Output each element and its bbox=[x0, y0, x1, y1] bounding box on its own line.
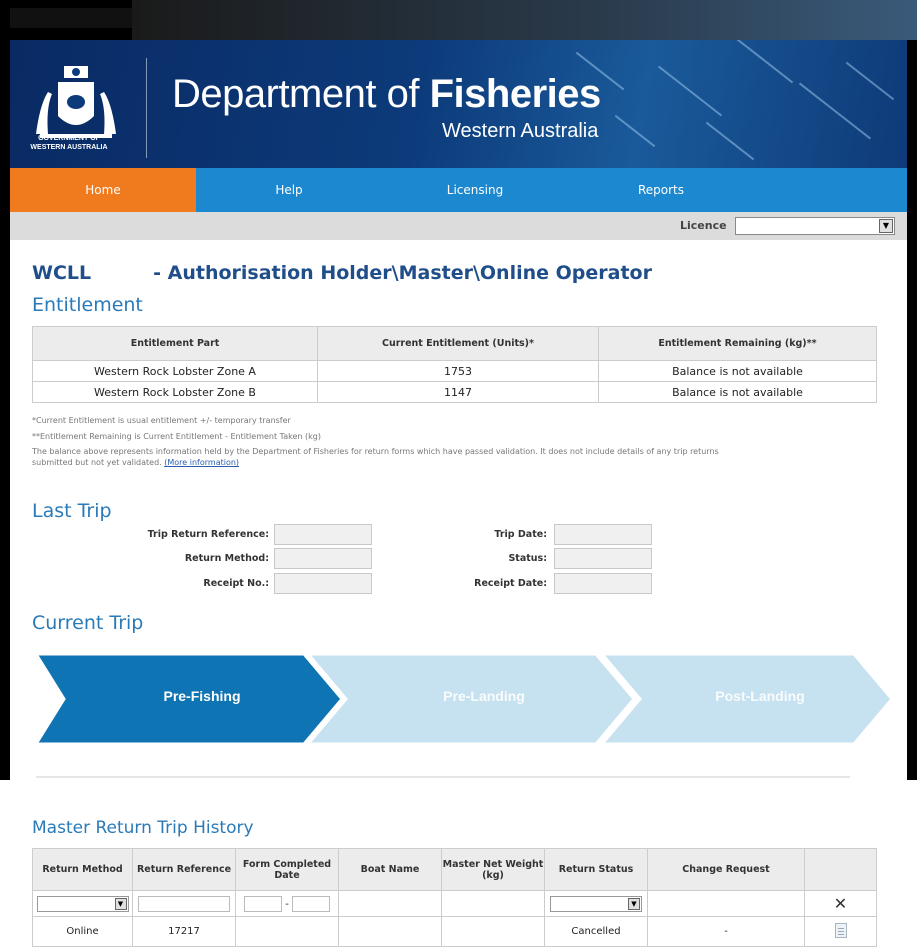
dropdown-arrow-icon[interactable]: ▼ bbox=[628, 897, 640, 910]
row-form-completed-date bbox=[235, 916, 339, 947]
status-label: Status: bbox=[508, 553, 547, 564]
more-information-link[interactable]: (More information) bbox=[164, 458, 239, 467]
entitlement-note-4: submitted but not yet validated. (More i… bbox=[32, 458, 240, 467]
licence-label: Licence bbox=[680, 219, 727, 232]
redacted-box bbox=[10, 8, 132, 28]
trip-return-reference-field bbox=[274, 524, 372, 545]
return-method-field bbox=[274, 548, 372, 569]
col-master-net-weight: Master Net Weight (kg) bbox=[441, 848, 545, 891]
col-actions bbox=[804, 848, 877, 891]
history-table: Return Method Return Reference Form Comp… bbox=[32, 848, 877, 947]
date-range-separator: - bbox=[285, 898, 289, 910]
col-change-request: Change Request bbox=[647, 848, 805, 891]
row-master-net-weight bbox=[441, 916, 545, 947]
trip-date-field bbox=[554, 524, 652, 545]
col-form-completed-date: Form Completed Date bbox=[235, 848, 339, 891]
receipt-date-field bbox=[554, 573, 652, 594]
col-return-method: Return Method bbox=[32, 848, 133, 891]
filter-row: ▼ - ▼ ✕ bbox=[32, 890, 877, 917]
date-from-filter[interactable] bbox=[244, 895, 282, 912]
row-return-status: Cancelled bbox=[544, 916, 648, 947]
step-post-landing: Post-Landing bbox=[715, 688, 805, 704]
header-separator bbox=[146, 58, 147, 158]
entitlement-note-3: The balance above represents information… bbox=[32, 447, 719, 456]
trip-progress: Pre-Fishing Pre-Landing Post-Landing bbox=[33, 652, 894, 746]
nav-help[interactable]: Help bbox=[196, 168, 382, 212]
last-trip-heading: Last Trip bbox=[32, 500, 112, 522]
row-return-reference: 17217 bbox=[132, 916, 236, 947]
main-nav: Home Help Licensing Reports bbox=[10, 168, 907, 212]
history-heading: Master Return Trip History bbox=[32, 818, 254, 838]
table-row: Western Rock Lobster Zone A 1753 Balance… bbox=[32, 360, 877, 382]
table-row: Online 17217 Cancelled - bbox=[32, 916, 877, 947]
top-banner-strip bbox=[132, 0, 917, 40]
step-pre-landing: Pre-Landing bbox=[443, 688, 525, 704]
date-to-filter[interactable] bbox=[291, 895, 330, 912]
licence-select[interactable]: ▼ bbox=[735, 217, 895, 235]
entitlement-table: Entitlement Part Current Entitlement (Un… bbox=[32, 326, 877, 403]
nav-home[interactable]: Home bbox=[10, 168, 196, 212]
department-subtitle: Western Australia bbox=[442, 120, 599, 142]
nav-licensing[interactable]: Licensing bbox=[382, 168, 568, 212]
entitlement-note-1: *Current Entitlement is usual entitlemen… bbox=[32, 416, 291, 425]
entitlement-note-2: **Entitlement Remaining is Current Entit… bbox=[32, 432, 321, 441]
right-frame bbox=[907, 40, 917, 780]
row-change-request: - bbox=[647, 916, 805, 947]
trip-date-label: Trip Date: bbox=[494, 529, 547, 540]
entitlement-heading: Entitlement bbox=[32, 294, 143, 316]
role-label: - Authorisation Holder\Master\Online Ope… bbox=[153, 262, 652, 284]
return-method-label: Return Method: bbox=[184, 553, 269, 564]
left-frame bbox=[0, 40, 10, 780]
receipt-date-label: Receipt Date: bbox=[474, 578, 547, 589]
nav-reports[interactable]: Reports bbox=[568, 168, 754, 212]
site-header: GOVERNMENT OF WESTERN AUSTRALIA Departme… bbox=[10, 40, 907, 168]
col-current-entitlement: Current Entitlement (Units)* bbox=[317, 326, 599, 361]
current-trip-heading: Current Trip bbox=[32, 612, 144, 634]
step-pre-fishing: Pre-Fishing bbox=[163, 688, 241, 704]
clear-filters-icon[interactable]: ✕ bbox=[834, 894, 847, 913]
return-method-filter[interactable]: ▼ bbox=[36, 895, 129, 912]
col-entitlement-part: Entitlement Part bbox=[32, 326, 318, 361]
row-boat-name bbox=[338, 916, 442, 947]
return-status-filter[interactable]: ▼ bbox=[550, 895, 642, 912]
document-icon[interactable] bbox=[834, 922, 847, 938]
dropdown-arrow-icon[interactable]: ▼ bbox=[879, 219, 893, 233]
receipt-no-label: Receipt No.: bbox=[203, 578, 269, 589]
col-entitlement-remaining: Entitlement Remaining (kg)** bbox=[598, 326, 877, 361]
government-label: GOVERNMENT OF WESTERN AUSTRALIA bbox=[30, 135, 108, 151]
dropdown-arrow-icon[interactable]: ▼ bbox=[114, 897, 127, 910]
receipt-no-field bbox=[274, 573, 372, 594]
page-title: WCLL - Authorisation Holder\Master\Online… bbox=[32, 262, 652, 284]
return-reference-filter[interactable] bbox=[138, 895, 230, 912]
status-field bbox=[554, 548, 652, 569]
row-return-method: Online bbox=[32, 916, 133, 947]
trip-return-reference-label: Trip Return Reference: bbox=[147, 529, 269, 540]
department-title: Department of Fisheries bbox=[172, 72, 601, 116]
table-row: Western Rock Lobster Zone B 1147 Balance… bbox=[32, 381, 877, 403]
section-divider bbox=[36, 776, 850, 778]
licence-code: WCLL bbox=[32, 262, 92, 284]
col-return-status: Return Status bbox=[544, 848, 648, 891]
col-boat-name: Boat Name bbox=[338, 848, 442, 891]
col-return-reference: Return Reference bbox=[132, 848, 236, 891]
